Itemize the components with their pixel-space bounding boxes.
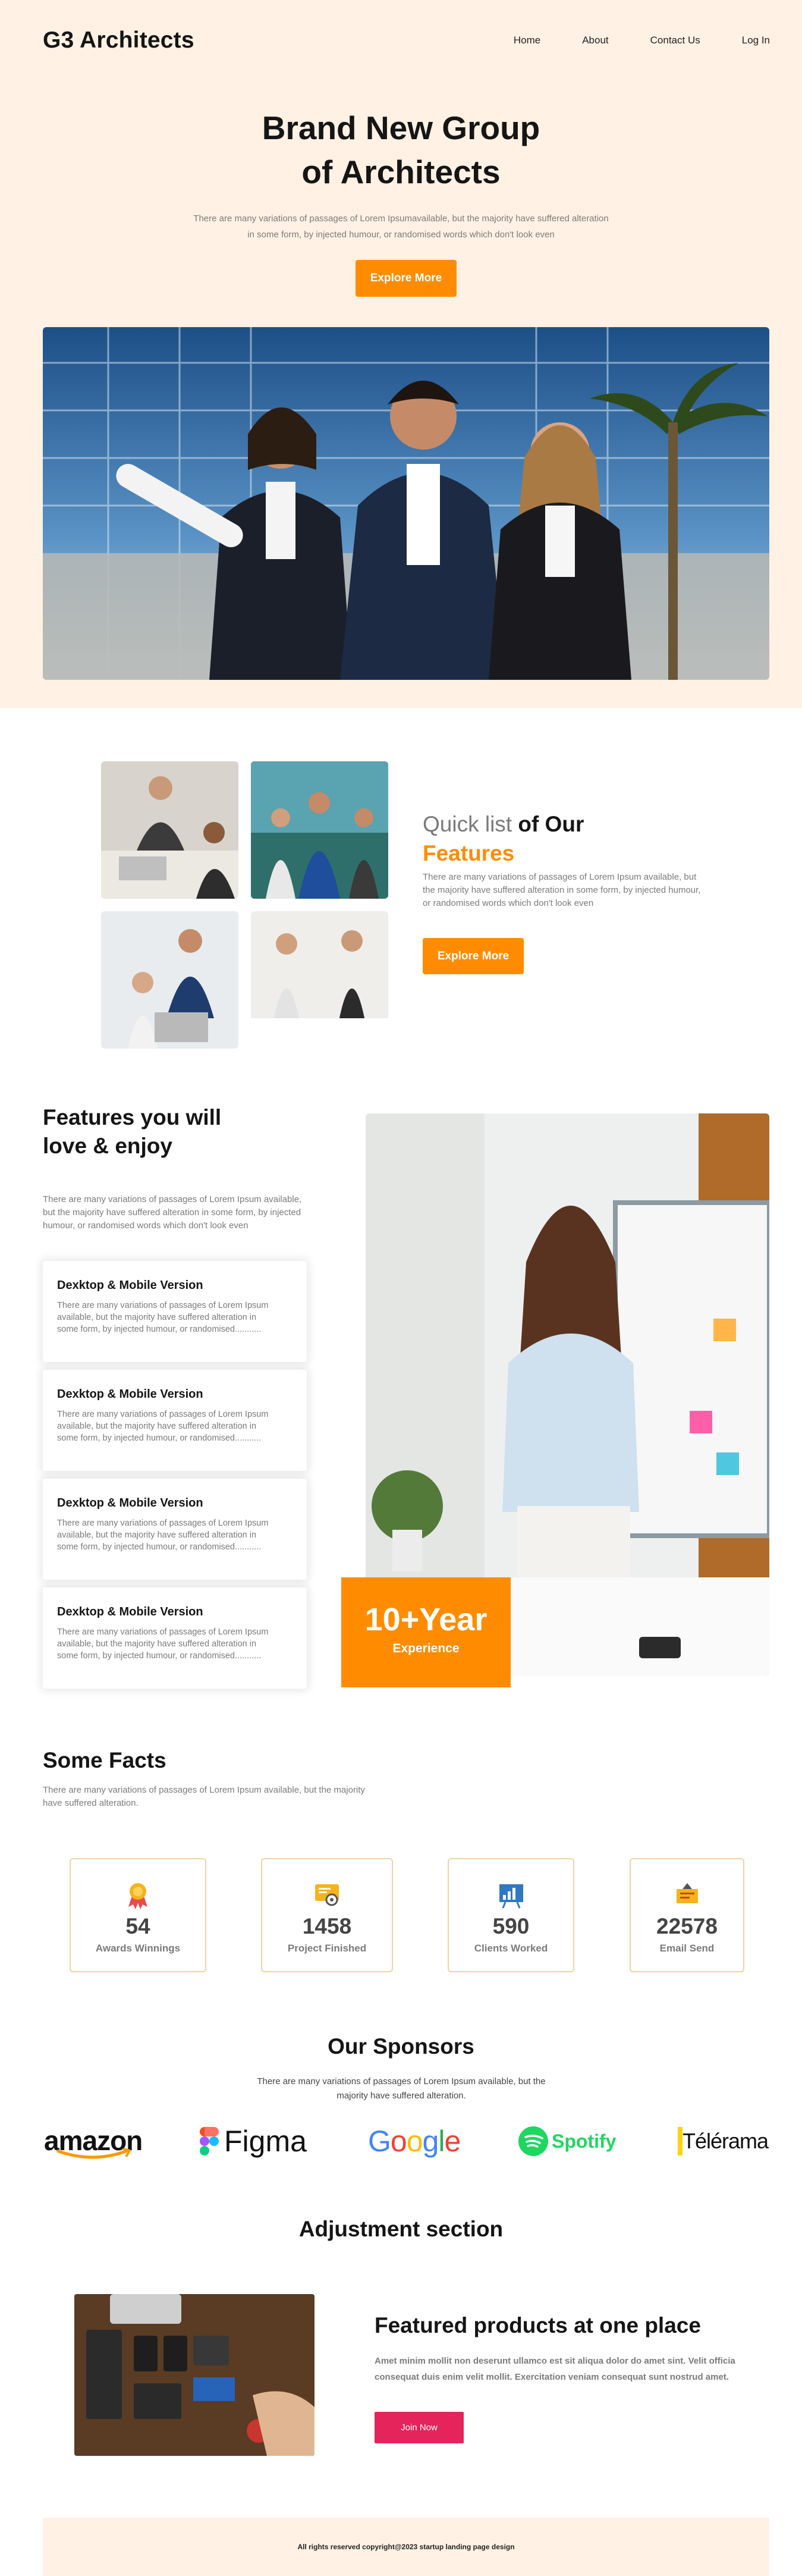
hero-title-line1: Brand New Group bbox=[262, 109, 540, 146]
spotify-logo-text: Spotify bbox=[552, 2130, 617, 2152]
facts-title: Some Facts bbox=[43, 1748, 166, 1772]
feature-card-title: Dexktop & Mobile Version bbox=[57, 1496, 203, 1510]
fact-card-clients: 590 Clients Worked bbox=[448, 1858, 574, 1972]
nav-about-link[interactable]: About bbox=[582, 34, 608, 46]
products-photo bbox=[74, 2294, 314, 2456]
quick-list-title-light: Quick list bbox=[423, 812, 512, 836]
quick-list-title: Quick list of Our bbox=[423, 810, 584, 839]
experience-label: Experience bbox=[392, 1642, 460, 1655]
sponsor-logos: amazon Figma Google Spotify Télérama bbox=[43, 2122, 769, 2160]
fact-card-awards: 54 Awards Winnings bbox=[70, 1858, 206, 1972]
experience-badge: 10+Year Experience bbox=[341, 1577, 511, 1687]
telerama-logo-text: Télérama bbox=[683, 2129, 769, 2153]
quick-list-subtitle: There are many variations of passages of… bbox=[423, 872, 701, 908]
landing-page: G3 Architects Home About Contact Us Log … bbox=[0, 0, 802, 2576]
quick-list-explore-button[interactable]: Explore More bbox=[423, 938, 524, 974]
fact-card-emails: 22578 Email Send bbox=[630, 1858, 744, 1972]
telerama-bar-icon bbox=[678, 2127, 683, 2155]
feature-card: Dexktop & Mobile Version There are many … bbox=[43, 1261, 307, 1362]
amazon-logo[interactable]: amazon bbox=[43, 2122, 144, 2160]
hero-subtitle: There are many variations of passages of… bbox=[193, 214, 609, 240]
laptop-work-photo bbox=[101, 911, 238, 1049]
top-navigation: G3 Architects Home About Contact Us Log … bbox=[43, 26, 770, 55]
mail-sign-icon bbox=[676, 1883, 698, 1903]
adjustment-title: Adjustment section bbox=[298, 2217, 504, 2241]
figma-logo-text: Figma bbox=[224, 2125, 307, 2158]
feature-card-text: There are many variations of passages of… bbox=[57, 1518, 269, 1552]
feature-card-text: There are many variations of passages of… bbox=[57, 1627, 269, 1661]
fact-value: 22578 bbox=[656, 1914, 718, 1938]
fact-label: Awards Winnings bbox=[95, 1943, 181, 1954]
nav-home-link[interactable]: Home bbox=[514, 34, 540, 46]
nav-contact-link[interactable]: Contact Us bbox=[650, 34, 700, 46]
join-now-button[interactable]: Join Now bbox=[375, 2412, 464, 2443]
hero-title-line2: of Architects bbox=[301, 153, 501, 190]
facts-subtitle: There are many variations of passages of… bbox=[43, 1785, 365, 1808]
feature-card: Dexktop & Mobile Version There are many … bbox=[43, 1587, 307, 1689]
feature-card: Dexktop & Mobile Version There are many … bbox=[43, 1370, 307, 1471]
fact-value: 1458 bbox=[302, 1914, 352, 1938]
experience-value: 10+Year bbox=[364, 1602, 488, 1637]
fact-card-projects: 1458 Project Finished bbox=[261, 1858, 393, 1972]
nav-login-link[interactable]: Log In bbox=[742, 34, 770, 46]
feature-card-text: There are many variations of passages of… bbox=[57, 1410, 269, 1443]
figma-logo[interactable]: Figma bbox=[199, 2122, 318, 2160]
features-subtitle: There are many variations of passages of… bbox=[43, 1194, 302, 1231]
feature-card-text: There are many variations of passages of… bbox=[57, 1301, 269, 1334]
features-title: Features you will love & enjoy bbox=[43, 1105, 222, 1158]
footer-copyright: All rights reserved copyright@2023 start… bbox=[297, 2543, 515, 2551]
google-logo[interactable]: Google bbox=[368, 2122, 463, 2160]
feature-card-title: Dexktop & Mobile Version bbox=[57, 1605, 203, 1618]
nav-links: Home About Contact Us Log In bbox=[514, 34, 770, 46]
telerama-logo[interactable]: Télérama bbox=[678, 2122, 769, 2160]
site-logo[interactable]: G3 Architects bbox=[43, 27, 194, 54]
quick-list-title-bold: of Our bbox=[512, 812, 584, 836]
quick-list-title-accent: Features bbox=[423, 841, 515, 865]
hero-team-photo bbox=[43, 327, 769, 680]
fact-value: 54 bbox=[125, 1914, 150, 1938]
award-ribbon-icon bbox=[128, 1883, 147, 1909]
handshake-photo bbox=[251, 911, 388, 1049]
hero-explore-button[interactable]: Explore More bbox=[356, 260, 457, 297]
spotify-icon bbox=[518, 2126, 548, 2156]
featured-products-text: Amet minim mollit non deserunt ullamco e… bbox=[375, 2356, 735, 2382]
fact-label: Project Finished bbox=[287, 1943, 367, 1954]
feature-card-title: Dexktop & Mobile Version bbox=[57, 1388, 203, 1401]
meeting-photo-1 bbox=[101, 761, 238, 899]
fact-label: Email Send bbox=[659, 1943, 715, 1954]
spotify-logo[interactable]: Spotify bbox=[518, 2122, 619, 2160]
fact-value: 590 bbox=[492, 1914, 530, 1938]
hero-section: G3 Architects Home About Contact Us Log … bbox=[0, 0, 802, 708]
fact-label: Clients Worked bbox=[474, 1943, 548, 1954]
sponsors-subtitle: There are many variations of passages of… bbox=[257, 2076, 546, 2101]
feature-card-title: Dexktop & Mobile Version bbox=[57, 1279, 203, 1292]
analytics-board-icon bbox=[499, 1884, 523, 1909]
featured-products-heading: Featured products at one place bbox=[375, 2313, 701, 2337]
footer: All rights reserved copyright@2023 start… bbox=[43, 2518, 769, 2576]
google-logo-text: Google bbox=[368, 2125, 461, 2158]
hero-title: Brand New Group of Architects bbox=[0, 106, 802, 194]
sponsors-title: Our Sponsors bbox=[328, 2034, 474, 2059]
feature-card: Dexktop & Mobile Version There are many … bbox=[43, 1479, 307, 1580]
figma-icon bbox=[200, 2127, 219, 2155]
certificate-icon bbox=[315, 1884, 339, 1906]
team-outdoor-photo bbox=[251, 761, 388, 899]
